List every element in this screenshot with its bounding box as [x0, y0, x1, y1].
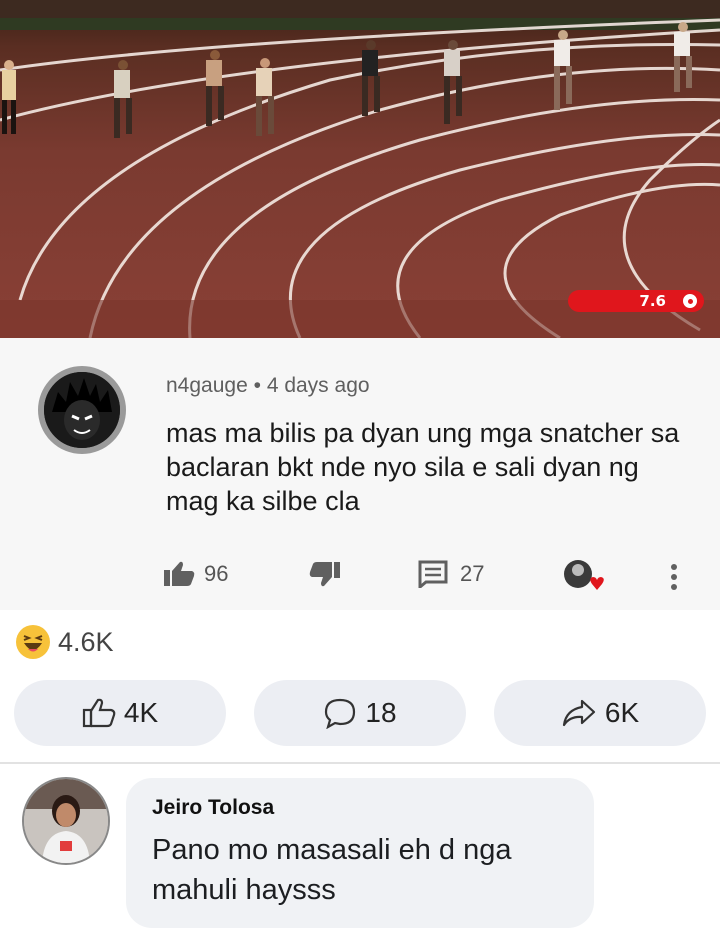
yt-creator-heart	[560, 556, 608, 600]
yt-comment-age: 4 days ago	[266, 374, 370, 397]
thumbs-down-icon	[309, 562, 340, 587]
shared-youtube-comment: n4gauge • 4 days ago mas ma bilis pa dya…	[0, 338, 720, 610]
comment-button[interactable]: 18	[254, 680, 466, 746]
like-button[interactable]: 4K	[14, 680, 226, 746]
share-count: 6K	[604, 697, 640, 728]
haha-reaction-icon	[16, 625, 50, 659]
stopwatch-icon	[680, 291, 700, 311]
share-arrow-icon	[562, 699, 595, 727]
avatar[interactable]	[22, 777, 110, 865]
reaction-count: 4.6K	[58, 626, 114, 657]
comment-icon	[325, 698, 356, 729]
profile-photo	[24, 779, 108, 863]
comment-text: Pano mo masasali eh d nga mahuli haysss	[152, 834, 512, 906]
spiky-hair-avatar-icon	[44, 372, 120, 448]
thumbs-up-icon	[82, 698, 116, 728]
share-button[interactable]: 6K	[494, 680, 706, 746]
time-badge: 7.6	[568, 290, 704, 312]
yt-commenter-avatar[interactable]	[38, 366, 126, 454]
thumbs-up-icon	[164, 561, 195, 586]
yt-comment-actions: 96 27	[160, 560, 700, 600]
like-count: 4K	[123, 697, 159, 728]
comment-author[interactable]: Jeiro Tolosa	[152, 796, 568, 820]
running-track-image	[0, 0, 720, 338]
yt-reply-button[interactable]: 27	[418, 560, 484, 588]
yt-username[interactable]: n4gauge	[166, 374, 248, 397]
yt-like-count: 96	[204, 561, 229, 586]
yt-more-button[interactable]	[668, 562, 680, 592]
comment-icon	[418, 560, 448, 588]
yt-comment-text: mas ma bilis pa dyan ung mga snatcher sa…	[166, 418, 680, 516]
reaction-summary[interactable]: 4.6K	[16, 625, 114, 659]
yt-dislike-button[interactable]	[308, 560, 342, 588]
yt-like-button[interactable]: 96	[162, 560, 228, 588]
more-vertical-icon	[671, 564, 677, 590]
meta-separator: •	[253, 374, 261, 397]
section-divider	[0, 762, 720, 764]
creator-heart-icon	[564, 560, 604, 590]
comment-bubble: Jeiro Tolosa Pano mo masasali eh d nga m…	[126, 778, 594, 928]
time-badge-value: 7.6	[639, 292, 666, 310]
yt-reply-count: 27	[460, 561, 485, 586]
video-frame[interactable]: 7.6	[0, 0, 720, 338]
yt-comment-meta: n4gauge • 4 days ago	[166, 374, 370, 398]
comment-count: 18	[365, 697, 397, 728]
